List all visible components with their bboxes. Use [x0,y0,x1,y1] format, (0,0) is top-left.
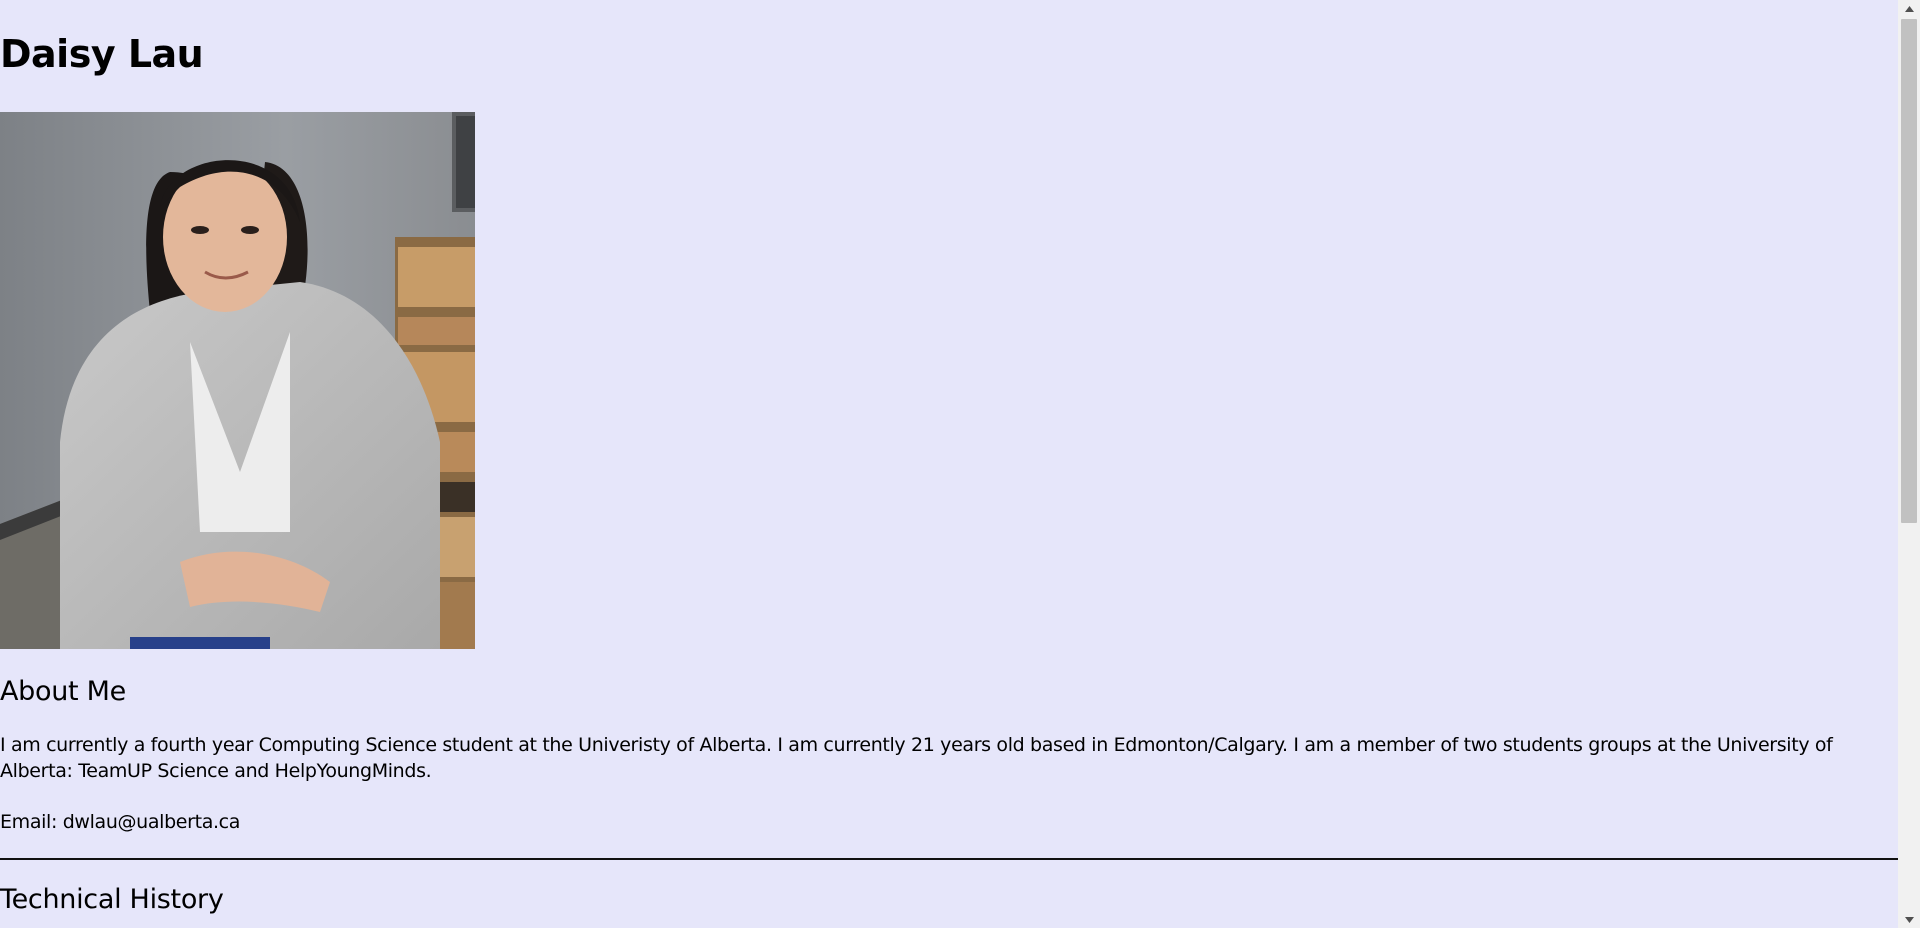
about-heading: About Me [0,676,126,707]
triangle-up-icon [1904,5,1914,12]
email-text: Email: dwlau@ualberta.ca [0,811,241,833]
technical-history-heading: Technical History [0,884,224,915]
scroll-up-button[interactable] [1898,0,1920,17]
about-paragraph: I am currently a fourth year Computing S… [0,734,1833,782]
page-content: Daisy Lau About Me I am currently a four… [0,0,1898,928]
vertical-scrollbar[interactable] [1898,0,1920,928]
profile-photo [0,112,475,649]
profile-photo-illustration [0,112,475,649]
triangle-down-icon [1904,916,1914,923]
scrollbar-thumb[interactable] [1901,19,1917,523]
scroll-down-button[interactable] [1898,911,1920,928]
page-title: Daisy Lau [0,32,204,76]
section-divider [0,858,1898,860]
